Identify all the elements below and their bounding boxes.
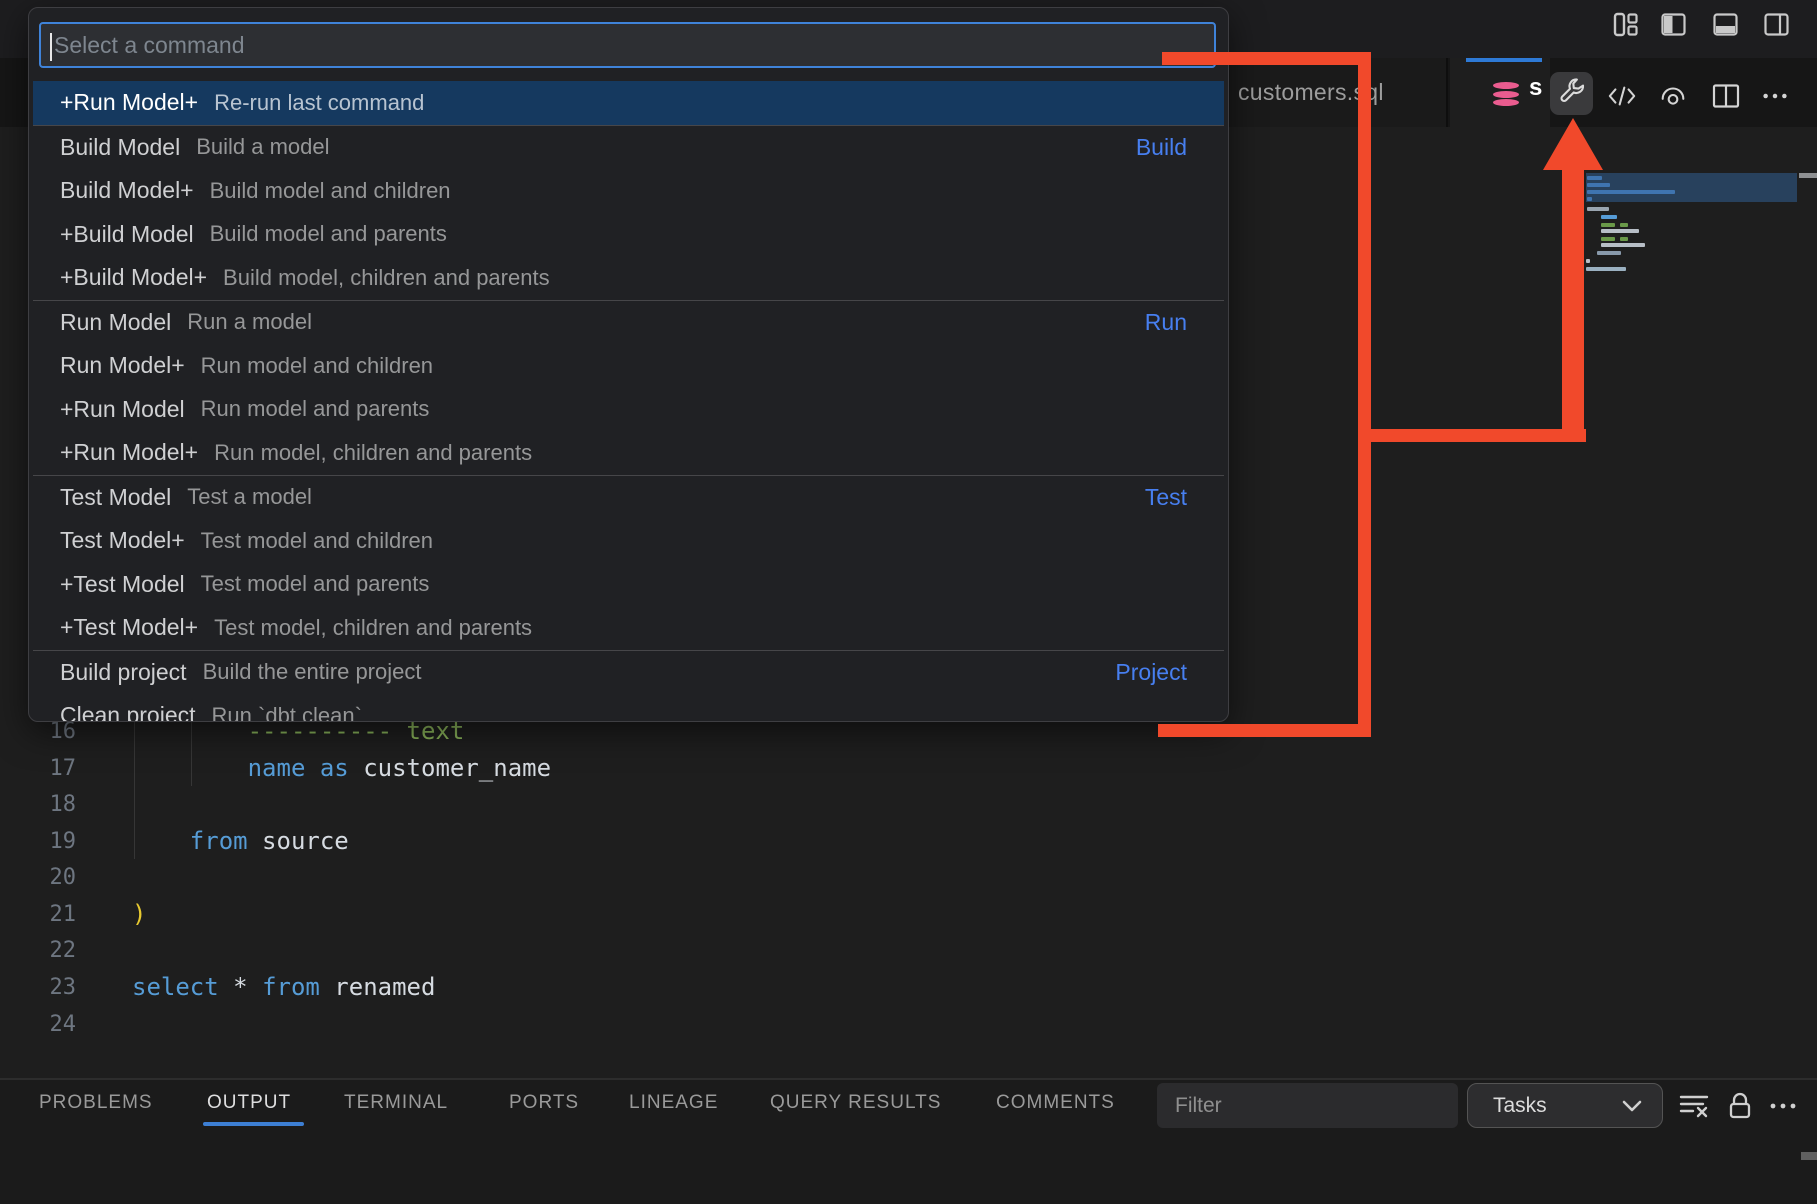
filter-input[interactable]	[1157, 1083, 1476, 1128]
minimap[interactable]	[1586, 173, 1797, 413]
group-badge: Run	[1145, 309, 1187, 336]
editor-scrollbar[interactable]	[1799, 173, 1817, 178]
text-caret	[50, 33, 52, 61]
command-input-box	[39, 22, 1216, 68]
panel-tab-ports[interactable]: PORTS	[509, 1092, 579, 1114]
command-palette: +Run Model+Re-run last command Build Mod…	[28, 7, 1229, 722]
panel-tab-query-results[interactable]: QUERY RESULTS	[770, 1092, 941, 1114]
group-badge: Build	[1136, 134, 1187, 161]
annotation-arrowhead	[1543, 118, 1603, 170]
tasks-dropdown[interactable]: Tasks	[1467, 1083, 1663, 1128]
command-item-rerun-last[interactable]: +Run Model+Re-run last command	[33, 81, 1224, 125]
annotation-line-top	[1162, 52, 1371, 65]
code-line: 21 )	[0, 896, 1200, 933]
toggle-panel-icon[interactable]	[1712, 11, 1739, 38]
annotation-arrow-shaft	[1562, 166, 1584, 442]
command-item-build-model-parents[interactable]: +Build ModelBuild model and parents	[33, 213, 1224, 257]
command-item-test-model-children-parents[interactable]: +Test Model+Test model, children and par…	[33, 606, 1224, 650]
command-item-run-model-children[interactable]: Run Model+Run model and children	[33, 344, 1224, 388]
toggle-secondary-sidebar-icon[interactable]	[1763, 11, 1790, 38]
toggle-primary-sidebar-icon[interactable]	[1660, 11, 1687, 38]
panel-tab-terminal[interactable]: TERMINAL	[344, 1092, 448, 1114]
panel-filter-box	[1157, 1083, 1458, 1128]
tab-active-query-panel[interactable]: s	[1450, 58, 1550, 127]
annotation-line-branch	[1358, 429, 1586, 442]
tab-label-partial: s	[1529, 74, 1542, 102]
command-item-clean-project[interactable]: Clean projectRun `dbt clean`	[33, 694, 1224, 722]
more-actions-icon[interactable]	[1760, 81, 1790, 111]
clear-output-icon[interactable]	[1679, 1091, 1709, 1121]
code-line: 18	[0, 786, 1200, 823]
code-icon[interactable]	[1607, 81, 1637, 111]
command-item-test-model-children[interactable]: Test Model+Test model and children	[33, 519, 1224, 563]
panel-tab-comments[interactable]: COMMENTS	[996, 1092, 1115, 1114]
panel-tab-problems[interactable]: PROBLEMS	[39, 1092, 153, 1114]
command-item-build-project[interactable]: Build projectBuild the entire project Pr…	[33, 651, 1224, 695]
tasks-dropdown-label: Tasks	[1493, 1094, 1547, 1118]
code-line: 22	[0, 932, 1200, 969]
customize-layout-icon[interactable]	[1612, 11, 1639, 38]
preview-eye-icon[interactable]	[1658, 81, 1688, 111]
active-tab-indicator	[1466, 58, 1542, 62]
panel-scrollbar[interactable]	[1801, 1152, 1817, 1160]
split-editor-icon[interactable]	[1711, 81, 1741, 111]
annotation-line-bottom	[1158, 724, 1371, 737]
code-line: 17 name as customer_name	[0, 750, 1200, 787]
vscode-window: customers.sql s	[0, 0, 1817, 1204]
code-line: 24	[0, 1006, 1200, 1043]
command-item-run-model-parents[interactable]: +Run ModelRun model and parents	[33, 388, 1224, 432]
minimap-highlight	[1586, 173, 1797, 202]
lock-icon[interactable]	[1725, 1091, 1755, 1121]
group-badge: Test	[1145, 484, 1187, 511]
code-line: 23 select * from renamed	[0, 969, 1200, 1006]
command-item-run-model[interactable]: Run ModelRun a model Run	[33, 301, 1224, 345]
database-icon	[1493, 82, 1519, 106]
code-line: 19 from source	[0, 823, 1200, 860]
code-line: 20	[0, 859, 1200, 896]
command-item-build-model[interactable]: Build ModelBuild a model Build	[33, 126, 1224, 170]
group-badge: Project	[1115, 659, 1187, 686]
panel-tab-lineage[interactable]: LINEAGE	[629, 1092, 718, 1114]
command-input[interactable]	[41, 24, 1227, 66]
command-item-build-model-children[interactable]: Build Model+Build model and children	[33, 169, 1224, 213]
annotation-line-vertical	[1358, 52, 1371, 737]
wrench-icon	[1557, 76, 1587, 111]
command-item-run-model-children-parents[interactable]: +Run Model+Run model, children and paren…	[33, 431, 1224, 475]
chevron-down-icon	[1622, 1100, 1642, 1112]
command-item-build-model-children-parents[interactable]: +Build Model+Build model, children and p…	[33, 256, 1224, 300]
tab-customers-sql[interactable]: customers.sql	[1230, 58, 1448, 127]
command-item-test-model-parents[interactable]: +Test ModelTest model and parents	[33, 563, 1224, 607]
dbt-tools-button[interactable]	[1550, 72, 1593, 115]
active-panel-tab-underline	[203, 1122, 304, 1126]
panel-tab-output[interactable]: OUTPUT	[207, 1092, 291, 1114]
command-list: +Run Model+Re-run last command Build Mod…	[33, 81, 1224, 722]
more-actions-icon[interactable]	[1768, 1091, 1798, 1121]
command-item-test-model[interactable]: Test ModelTest a model Test	[33, 476, 1224, 520]
